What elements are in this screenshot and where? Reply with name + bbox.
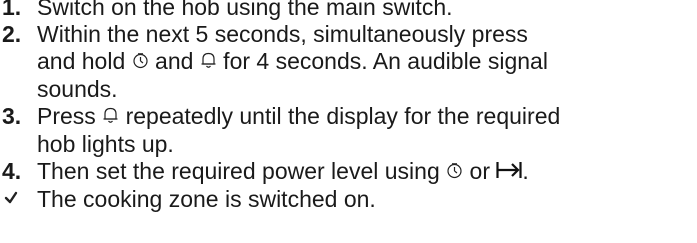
step-2: 2. Within the next 5 seconds, simultaneo… <box>0 21 697 103</box>
step-1: 1. Switch on the hob using the main swit… <box>0 0 697 21</box>
result: The cooking zone is switched on. <box>0 186 697 213</box>
step-text-line: Press repeatedly until the display for t… <box>37 103 697 131</box>
step-text-line: hob lights up. <box>37 131 174 157</box>
step-text-line: sounds. <box>37 76 118 102</box>
step-text-line: Within the next 5 seconds, simultaneousl… <box>37 21 528 47</box>
step-3: 3. Press repeatedly until the display fo… <box>0 103 697 158</box>
timer-icon <box>132 49 149 76</box>
step-text-line: and hold and for 4 seconds. An audible s… <box>37 48 697 76</box>
step-text: Switch on the hob using the main switch. <box>37 0 453 20</box>
step-text: repeatedly until the display for the req… <box>119 103 561 129</box>
step-number: 3. <box>2 103 22 129</box>
step-text: for 4 seconds. An audible signal <box>216 48 548 74</box>
step-text: or <box>463 158 497 184</box>
instruction-list: 1. Switch on the hob using the main swit… <box>0 0 697 213</box>
step-number: 4. <box>2 158 22 184</box>
step-number: 1. <box>2 0 22 20</box>
step-text: and hold <box>37 48 132 74</box>
step-number: 2. <box>2 21 22 47</box>
step-text-line: Then set the required power level using … <box>37 158 697 186</box>
bell-icon <box>102 104 119 131</box>
timer-icon <box>446 159 463 186</box>
step-text: Press <box>37 103 103 129</box>
step-4: 4. Then set the required power level usi… <box>0 158 697 186</box>
boost-arrow-icon <box>496 159 522 186</box>
bell-icon <box>200 49 217 76</box>
step-text: Then set the required power level using <box>37 158 447 184</box>
result-text: The cooking zone is switched on. <box>37 186 376 212</box>
check-icon <box>3 187 23 209</box>
step-text: and <box>148 48 200 74</box>
step-text: . <box>522 158 529 184</box>
